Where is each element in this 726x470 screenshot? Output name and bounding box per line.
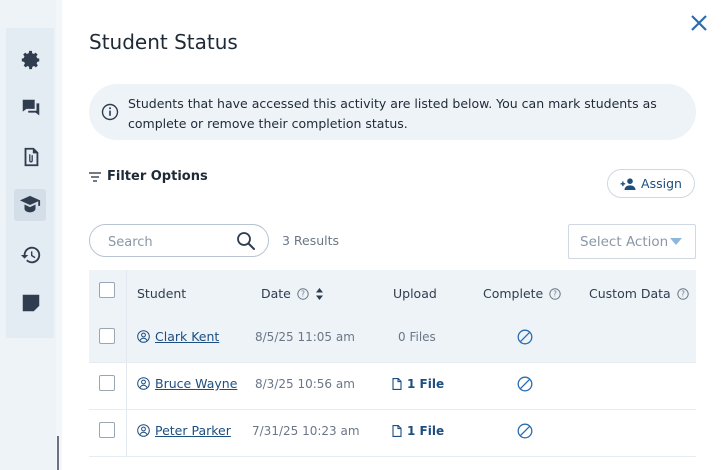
row-upload: 1 File	[407, 377, 445, 391]
not-complete-icon[interactable]	[516, 422, 534, 440]
header-complete-label: Complete	[483, 286, 544, 301]
row-date: 8/5/25 11:05 am	[255, 330, 355, 344]
search-box	[89, 224, 269, 257]
header-date-label: Date	[261, 286, 291, 301]
select-action-dropdown[interactable]: Select Action	[568, 224, 696, 259]
student-name: Bruce Wayne	[155, 376, 238, 391]
table-row: Bruce Wayne 8/3/25 10:56 am 1 File	[89, 363, 696, 410]
page-title: Student Status	[89, 30, 238, 54]
row-date: 7/31/25 10:23 am	[252, 424, 360, 438]
filter-options-toggle[interactable]: Filter Options	[89, 169, 208, 184]
add-person-icon	[620, 177, 636, 190]
row-upload-link[interactable]: 1 File	[392, 377, 444, 391]
graduation-student-icon[interactable]	[14, 189, 46, 221]
svg-text:?: ?	[301, 289, 305, 298]
svg-text:?: ?	[553, 289, 557, 298]
row-checkbox[interactable]	[99, 328, 115, 344]
table-header: Student Date ? Upload Complete ? Custom …	[89, 270, 696, 316]
results-count: 3 Results	[282, 233, 340, 248]
assign-button[interactable]: Assign	[607, 169, 695, 198]
table-row: Clark Kent 8/5/25 11:05 am 0 Files	[89, 316, 696, 363]
search-icon[interactable]	[236, 231, 256, 251]
header-date[interactable]: Date ?	[261, 286, 324, 301]
header-custom-data-label: Custom Data	[589, 286, 671, 301]
sidebar-edge	[56, 0, 62, 470]
file-icon	[392, 378, 402, 390]
column-divider	[126, 270, 127, 316]
student-link[interactable]: Clark Kent	[137, 329, 219, 344]
student-name: Peter Parker	[155, 423, 231, 438]
sort-icon[interactable]	[315, 287, 324, 301]
help-icon[interactable]: ?	[549, 287, 561, 300]
select-action-label: Select Action	[580, 233, 669, 250]
row-upload: 0 Files	[398, 330, 436, 344]
filter-options-label: Filter Options	[107, 169, 208, 184]
row-upload: 1 File	[407, 424, 445, 438]
info-icon	[101, 103, 119, 121]
info-banner: Students that have accessed this activit…	[89, 84, 696, 140]
header-upload-label: Upload	[393, 286, 437, 301]
attachment-document-icon[interactable]	[18, 144, 44, 170]
select-all-checkbox[interactable]	[99, 282, 115, 298]
filter-icon	[89, 171, 101, 182]
column-divider	[126, 410, 127, 456]
header-complete: Complete ?	[483, 286, 561, 301]
student-link[interactable]: Peter Parker	[137, 423, 231, 438]
info-text: Students that have accessed this activit…	[128, 96, 657, 131]
text-cursor	[57, 436, 59, 470]
left-sidebar	[0, 0, 62, 470]
close-icon	[691, 15, 707, 31]
column-divider	[126, 316, 127, 362]
header-student-label: Student	[137, 286, 187, 301]
close-button[interactable]	[686, 10, 712, 36]
table-row: Peter Parker 7/31/25 10:23 am 1 File	[89, 410, 696, 457]
file-icon	[392, 425, 402, 437]
student-link[interactable]: Bruce Wayne	[137, 376, 237, 391]
help-icon[interactable]: ?	[677, 287, 689, 300]
user-icon	[137, 377, 150, 390]
svg-text:?: ?	[681, 289, 685, 298]
search-input[interactable]	[106, 232, 230, 252]
not-complete-icon[interactable]	[516, 328, 534, 346]
help-icon[interactable]: ?	[297, 287, 309, 300]
header-upload: Upload	[393, 286, 437, 301]
row-date: 8/3/25 10:56 am	[255, 377, 355, 391]
header-student: Student	[137, 286, 186, 301]
gear-icon[interactable]	[18, 47, 44, 73]
row-upload-link[interactable]: 1 File	[392, 424, 444, 438]
not-complete-icon[interactable]	[516, 375, 534, 393]
user-icon	[137, 330, 150, 343]
column-divider	[126, 363, 127, 409]
note-icon[interactable]	[18, 290, 44, 316]
student-name: Clark Kent	[155, 329, 220, 344]
header-custom-data: Custom Data ?	[589, 286, 689, 301]
history-icon[interactable]	[18, 242, 44, 268]
row-checkbox[interactable]	[99, 375, 115, 391]
user-icon	[137, 424, 150, 437]
chat-bubbles-icon[interactable]	[18, 95, 44, 121]
row-checkbox[interactable]	[99, 422, 115, 438]
students-table: Student Date ? Upload Complete ? Custom …	[89, 270, 696, 457]
assign-label: Assign	[641, 176, 682, 191]
chevron-down-icon	[670, 238, 682, 245]
